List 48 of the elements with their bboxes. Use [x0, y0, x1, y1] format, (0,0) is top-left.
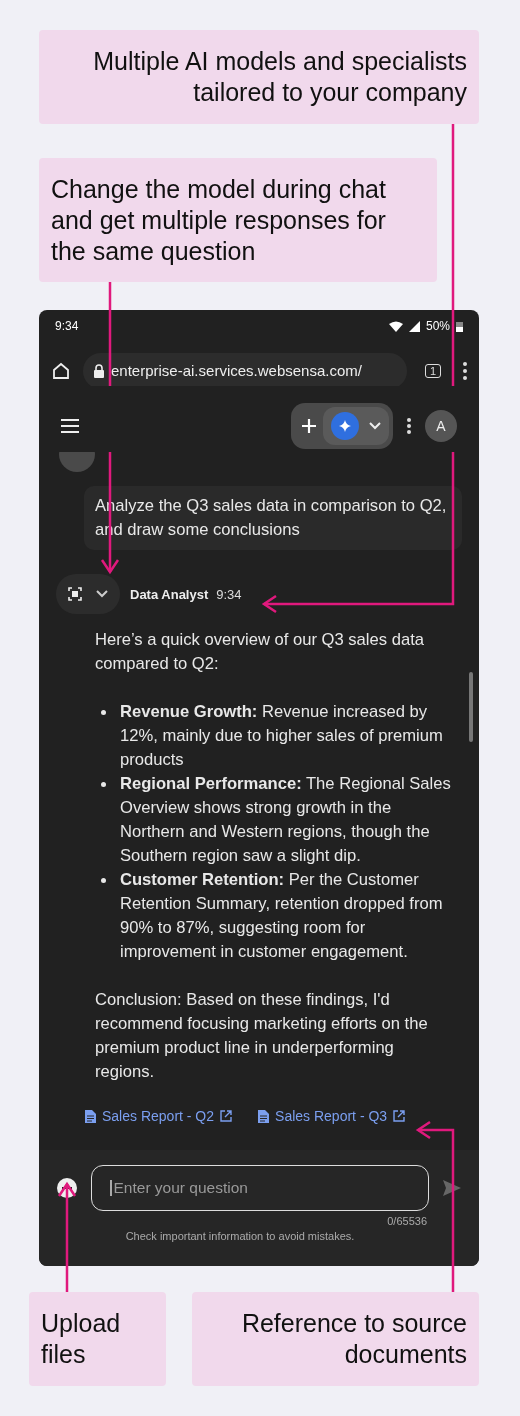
message-time: 9:34: [216, 586, 242, 602]
answer-text: Conclusion: Based on these findings, I'd recommend focusing marketing efforts on the premium product line in underperforming regions.: [95, 989, 429, 1083]
answer-text: Here’s a quick overview of our Q3 sales data compared to Q2:: [95, 629, 425, 675]
add-icon[interactable]: [57, 1178, 77, 1198]
bullet-icon: [101, 782, 106, 787]
chevron-down-icon: [96, 590, 108, 598]
callout: Multiple AI models and specialists tailored to your company: [39, 30, 479, 124]
signal-icon: [408, 320, 420, 332]
home-icon[interactable]: [51, 360, 71, 381]
bullet-text: Customer Retention: Per the Customer Retention Summary, retention dropped from 90% to 87%, suggesting room for improvement in customer engagement.: [120, 869, 444, 963]
callout: Reference to source documents: [192, 1292, 479, 1386]
document-icon: [85, 1109, 96, 1123]
more-icon[interactable]: [463, 361, 467, 380]
bullet-text: Revenue Growth: Revenue increased by 12%, mainly due to higher sales of premium products: [120, 701, 444, 771]
external-link-icon[interactable]: [220, 1110, 233, 1122]
reference-link[interactable]: Sales Report - Q2: [102, 1108, 215, 1124]
frame-icon: [68, 587, 82, 601]
lock-icon: [93, 363, 105, 378]
scrollbar[interactable]: [469, 672, 473, 742]
wifi-icon: [388, 320, 403, 332]
status-time: 9:34: [55, 319, 79, 333]
question-field[interactable]: Enter your question: [91, 1165, 429, 1211]
user-avatar[interactable]: A: [425, 410, 457, 442]
document-icon: [258, 1109, 270, 1123]
character-counter: 0/65536: [386, 1215, 427, 1227]
send-icon[interactable]: [443, 1180, 461, 1196]
more-icon[interactable]: [407, 418, 411, 434]
text-cursor: [110, 1180, 112, 1196]
tab-count-button[interactable]: 1: [424, 363, 441, 378]
bullet-text: Regional Performance: The Regional Sales Overview shows strong growth in the Northern and Western regions, though the Southern region saw a slight dip.: [120, 773, 452, 867]
bullet-icon: [101, 710, 106, 715]
model-dropdown[interactable]: [323, 407, 389, 445]
battery-level: 50%: [425, 319, 450, 333]
plus-icon[interactable]: [301, 418, 317, 434]
battery-icon: [456, 320, 463, 332]
external-link-icon[interactable]: [393, 1110, 406, 1122]
sparkle-icon: [331, 412, 359, 440]
address-bar[interactable]: enterprise-ai.services.websensa.com/: [83, 352, 407, 389]
assistant-switcher[interactable]: [56, 574, 120, 614]
question-input[interactable]: Enter your question: [113, 1179, 410, 1197]
callout: Upload files: [29, 1292, 166, 1386]
bullet-icon: [101, 878, 106, 883]
menu-icon[interactable]: [61, 419, 79, 433]
disclaimer-text: Check important information to avoid mistakes.: [124, 1230, 356, 1242]
reference-link[interactable]: Sales Report - Q3: [275, 1108, 388, 1124]
assistant-name: Data Analyst: [130, 586, 209, 602]
callout: Change the model during chat and get multiple responses for the same question: [39, 158, 437, 282]
chevron-down-icon: [369, 422, 381, 430]
